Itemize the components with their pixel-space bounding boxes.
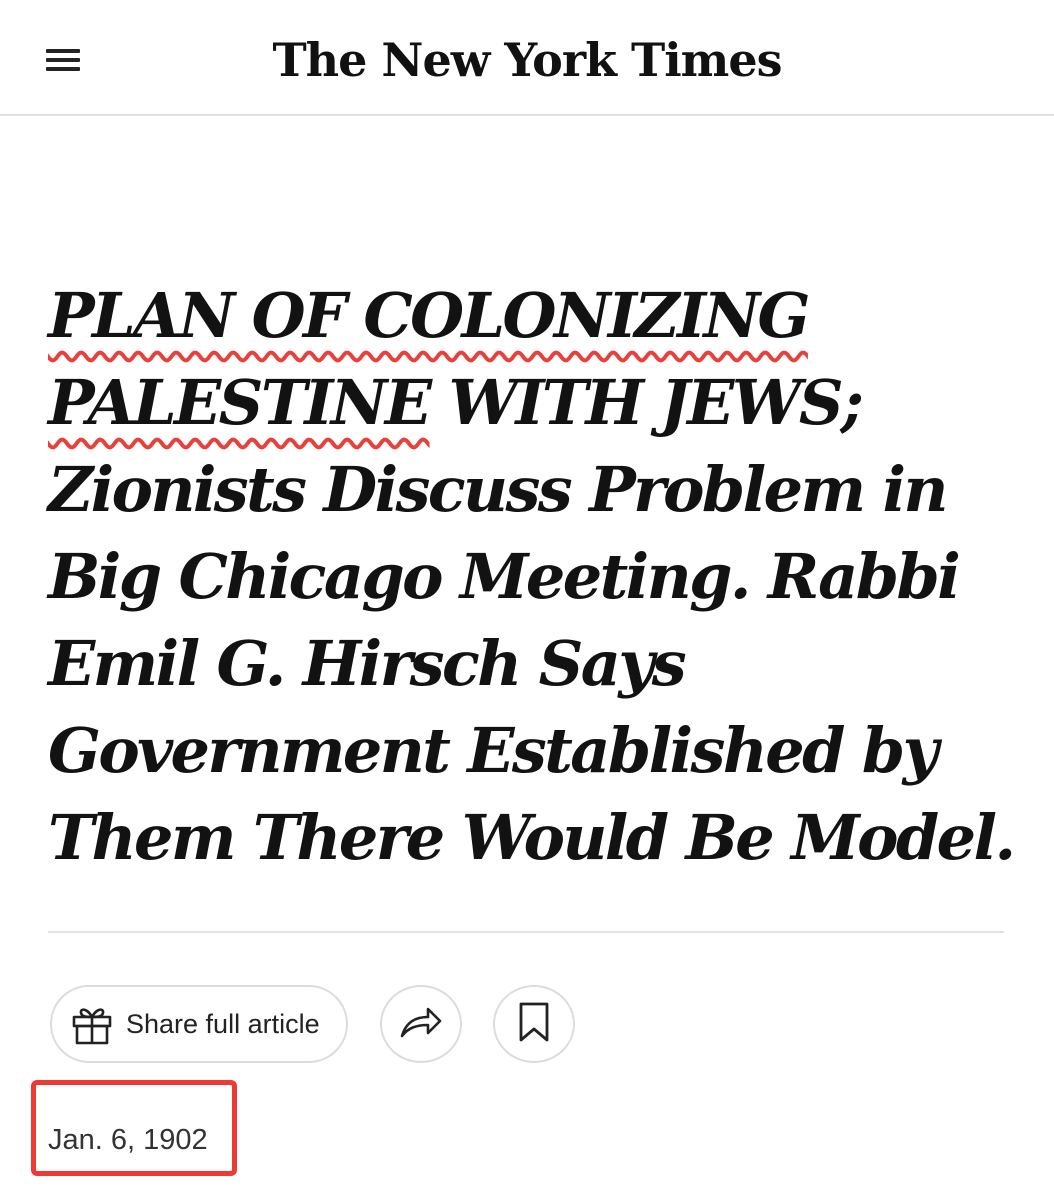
top-navigation-bar: The New York Times bbox=[0, 0, 1054, 116]
bookmark-button[interactable] bbox=[493, 985, 575, 1063]
bookmark-icon bbox=[517, 1001, 551, 1048]
share-full-article-label: Share full article bbox=[126, 1008, 320, 1039]
gift-icon bbox=[68, 1000, 116, 1048]
share-button[interactable] bbox=[380, 985, 462, 1063]
date-annotation-box bbox=[31, 1080, 237, 1176]
article-headline: PLAN OF COLONIZING PALESTINE WITH JEWS; Z… bbox=[48, 272, 1018, 881]
divider bbox=[48, 931, 1004, 933]
headline-annotated-phrase-2: PALESTINE bbox=[48, 366, 432, 439]
headline-annotated-phrase-1: PLAN OF COLONIZING bbox=[48, 279, 811, 352]
masthead-logo[interactable]: The New York Times bbox=[0, 22, 1054, 98]
share-full-article-button[interactable]: Share full article bbox=[50, 985, 348, 1063]
share-arrow-icon bbox=[398, 1002, 444, 1047]
headline-text: WITH JEWS; Zionists Discuss Problem in B… bbox=[48, 366, 1016, 874]
